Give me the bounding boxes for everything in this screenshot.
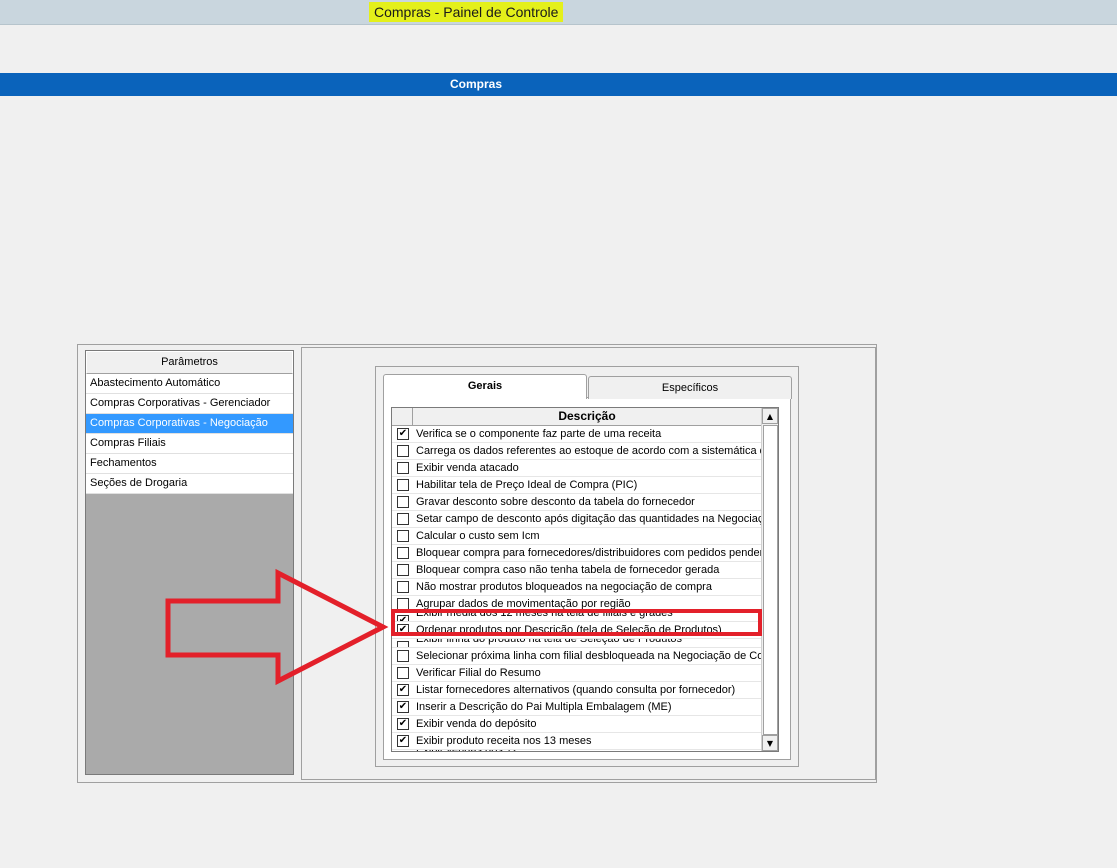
row-checkbox[interactable]: ✔ [397, 735, 409, 747]
row-label: Habilitar tela de Preço Ideal de Compra … [416, 479, 638, 491]
row-label: Verificar Filial do Resumo [416, 667, 541, 679]
grid-row[interactable]: Bloquear compra para fornecedores/distri… [392, 545, 761, 562]
row-label: Calcular o custo sem Icm [416, 530, 540, 542]
row-label: Ordenar produtos por Descrição (tela de … [416, 624, 722, 636]
parameters-list: Abastecimento Automático Compras Corporat… [86, 374, 293, 494]
options-grid: Descrição ✔ Verifica se o componente faz … [391, 407, 779, 752]
grid-row[interactable]: Carrega os dados referentes ao estoque d… [392, 443, 761, 460]
grid-row[interactable]: ✔ Exibir venda do depósito [392, 716, 761, 733]
parameters-header: Parâmetros [86, 351, 293, 374]
row-checkbox[interactable] [397, 667, 409, 679]
row-checkbox[interactable] [397, 547, 409, 559]
row-checkbox[interactable]: ✔ [397, 684, 409, 696]
grid-row[interactable]: Calcular o custo sem Icm [392, 528, 761, 545]
grid-header-description[interactable]: Descrição [413, 408, 761, 425]
scroll-down-icon[interactable]: ▼ [762, 735, 778, 751]
grid-row[interactable]: ✔ Verifica se o componente faz parte de u… [392, 426, 761, 443]
grid-row[interactable]: Verificar Filial do Resumo [392, 665, 761, 682]
row-label: Agrupar dados de movimentação por região [416, 598, 631, 610]
row-label: Não mostrar produtos bloqueados na negoc… [416, 581, 712, 593]
window-title: Compras - Painel de Controle [369, 2, 564, 22]
row-label: Verifica se o componente faz parte de um… [416, 428, 662, 440]
row-label: Exibir produto receita nos 13 meses [416, 735, 592, 747]
row-label: Bloquear compra para fornecedores/distri… [416, 547, 761, 559]
grid-row[interactable]: Não mostrar produtos bloqueados na negoc… [392, 579, 761, 596]
row-label: Gravar desconto sobre desconto da tabela… [416, 496, 695, 508]
grid-header: Descrição [392, 408, 761, 426]
row-checkbox[interactable] [397, 641, 409, 647]
grid-row[interactable]: ✔ Exibir produto receita nos 13 meses [392, 733, 761, 750]
row-checkbox[interactable] [397, 462, 409, 474]
row-label: Setar campo de desconto após digitação d… [416, 513, 761, 525]
parameter-item[interactable]: Fechamentos [86, 454, 293, 474]
grid-row[interactable]: Exibir linha do produto na tela de Seleç… [392, 639, 761, 648]
tab-especificos[interactable]: Específicos [588, 376, 792, 399]
parameters-panel: Parâmetros Abastecimento Automático Compr… [85, 350, 294, 775]
tab-gerais[interactable]: Gerais [383, 374, 587, 399]
grid-row[interactable]: ✔ Inserir a Descrição do Pai Multipla Emb… [392, 699, 761, 716]
row-label: Listar fornecedores alternativos (quando… [416, 684, 736, 696]
title-bar: Compras - Painel de Controle [0, 0, 1117, 25]
row-checkbox[interactable]: ✔ [397, 718, 409, 730]
grid-row[interactable]: ✔ Listar fornecedores alternativos (quand… [392, 682, 761, 699]
parameter-item[interactable]: Abastecimento Automático [86, 374, 293, 394]
grid-row[interactable]: Bloquear compra caso não tenha tabela de… [392, 562, 761, 579]
parameter-item[interactable]: Compras Corporativas - Gerenciador [86, 394, 293, 414]
row-checkbox[interactable] [397, 479, 409, 491]
grid-scrollbar[interactable]: ▲ ▼ [761, 408, 778, 751]
row-label: Exibir vendas dos 12 [416, 750, 518, 751]
grid-row[interactable]: Agrupar dados de movimentação por região [392, 596, 761, 613]
row-label: Carrega os dados referentes ao estoque d… [416, 445, 761, 457]
section-title: Compras [450, 77, 503, 91]
grid-row[interactable]: Habilitar tela de Preço Ideal de Compra … [392, 477, 761, 494]
row-checkbox[interactable] [397, 513, 409, 525]
grid-row[interactable]: Exibir vendas dos 12 [392, 750, 761, 751]
grid-row[interactable]: ✔ Exibir média dos 12 meses na tela de fi… [392, 613, 761, 622]
row-checkbox[interactable] [397, 496, 409, 508]
row-checkbox[interactable]: ✔ [397, 615, 409, 621]
grid-row[interactable]: Gravar desconto sobre desconto da tabela… [392, 494, 761, 511]
parameter-item[interactable]: Compras Filiais [86, 434, 293, 454]
row-checkbox[interactable]: ✔ [397, 701, 409, 713]
parameter-item[interactable]: Seções de Drogaria [86, 474, 293, 494]
row-label: Exibir linha do produto na tela de Seleç… [416, 639, 683, 645]
grid-header-check-column [392, 408, 413, 425]
row-label: Bloquear compra caso não tenha tabela de… [416, 564, 720, 576]
row-label: Inserir a Descrição do Pai Multipla Emba… [416, 701, 672, 713]
grid-row-highlighted[interactable]: ✔ Ordenar produtos por Descrição (tela de… [392, 622, 761, 639]
grid-rows: ✔ Verifica se o componente faz parte de u… [392, 426, 761, 751]
row-checkbox[interactable] [397, 564, 409, 576]
row-label: Exibir média dos 12 meses na tela de fil… [416, 613, 673, 619]
section-header: Compras [0, 73, 1117, 96]
row-label: Exibir venda atacado [416, 462, 519, 474]
scroll-thumb[interactable] [763, 425, 778, 735]
grid-row[interactable]: Exibir venda atacado [392, 460, 761, 477]
row-checkbox[interactable] [397, 598, 409, 610]
row-checkbox[interactable] [397, 445, 409, 457]
row-label: Exibir venda do depósito [416, 718, 537, 730]
row-checkbox[interactable]: ✔ [397, 428, 409, 440]
row-checkbox[interactable] [397, 530, 409, 542]
row-checkbox[interactable]: ✔ [397, 624, 409, 636]
parameter-item[interactable]: Compras Corporativas - Negociação [86, 414, 293, 434]
grid-row[interactable]: Selecionar próxima linha com filial desb… [392, 648, 761, 665]
grid-row[interactable]: Setar campo de desconto após digitação d… [392, 511, 761, 528]
scroll-up-icon[interactable]: ▲ [762, 408, 778, 424]
row-label: Selecionar próxima linha com filial desb… [416, 650, 761, 662]
row-checkbox[interactable] [397, 581, 409, 593]
row-checkbox[interactable] [397, 650, 409, 662]
